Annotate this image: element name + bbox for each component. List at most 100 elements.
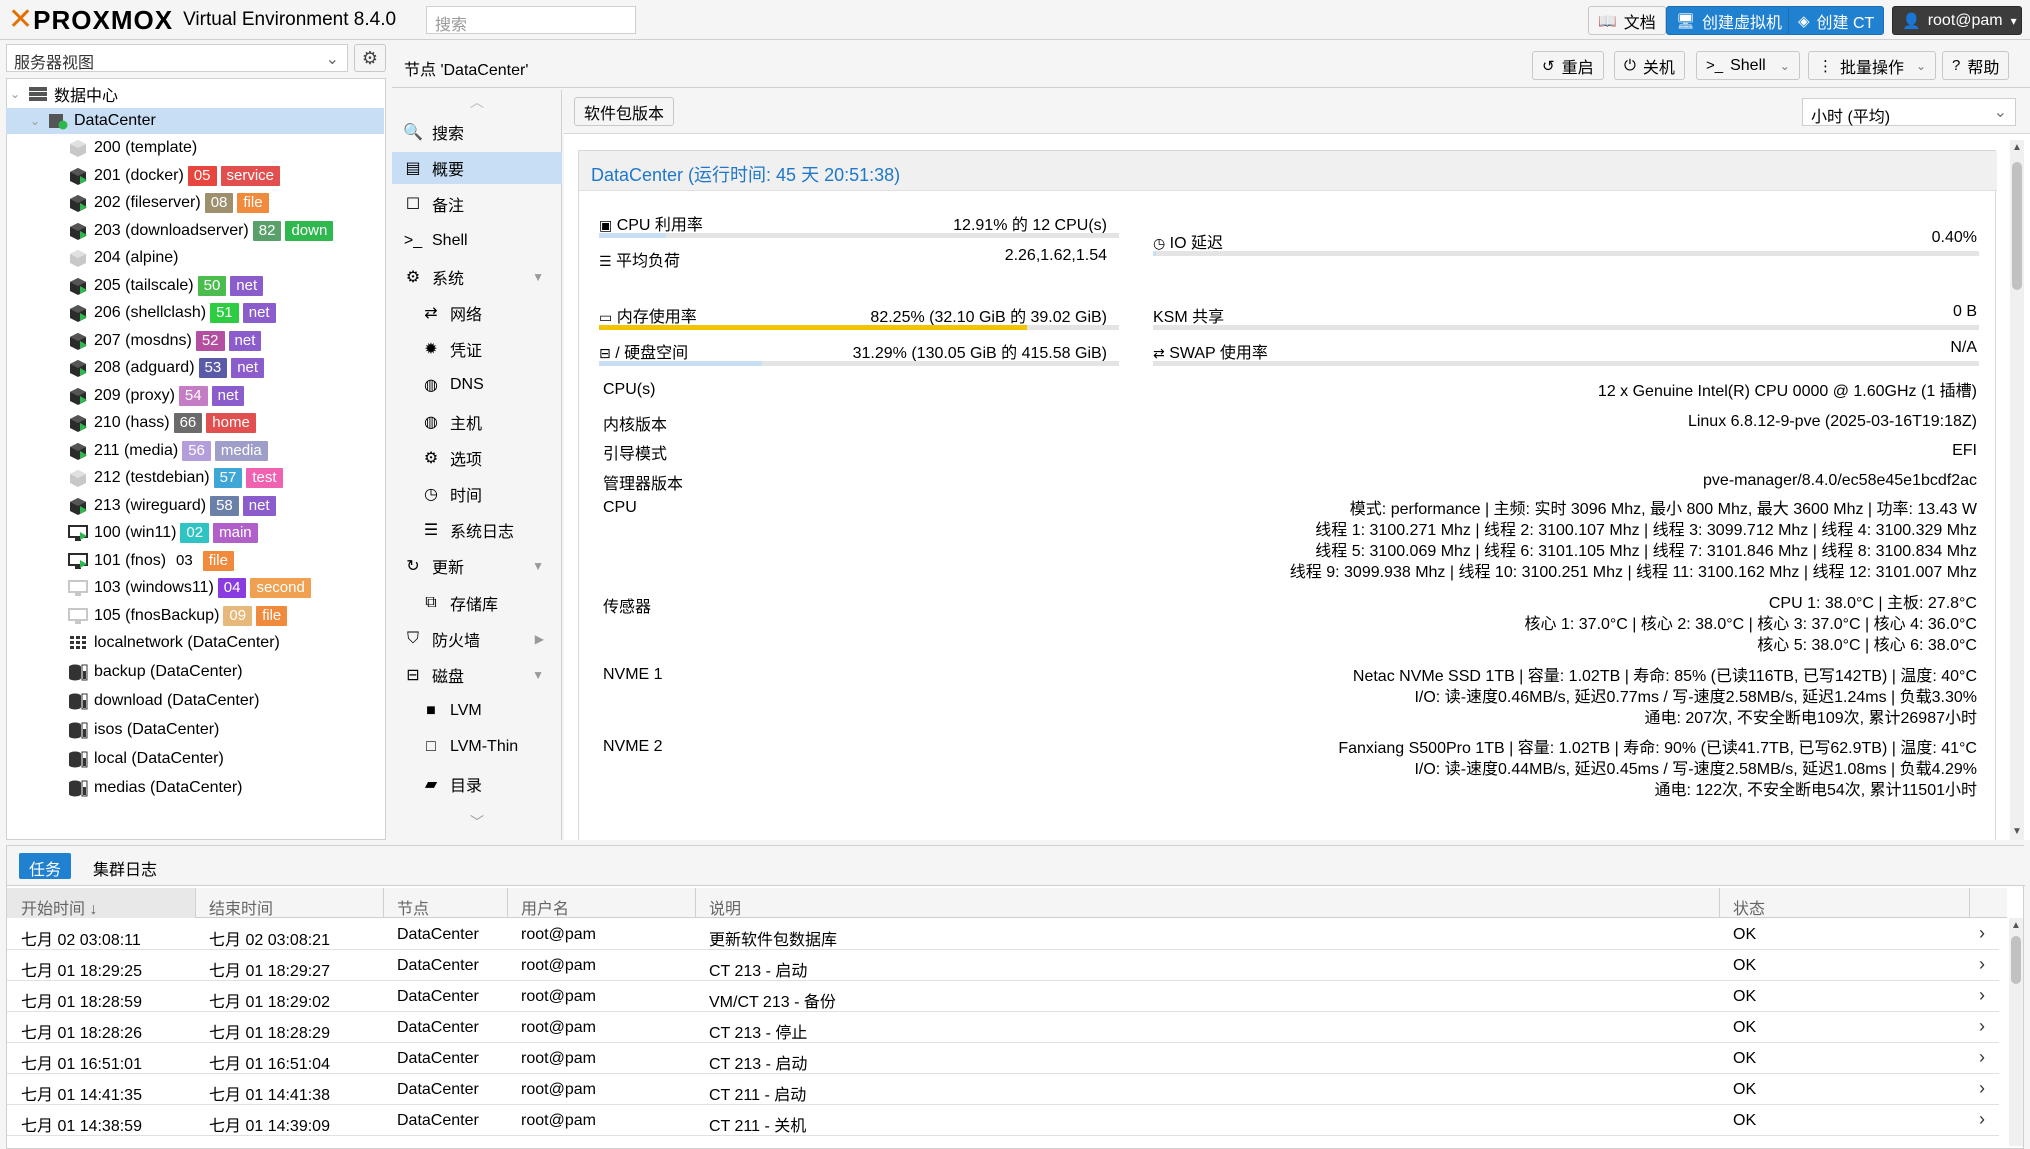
search-input[interactable]: 搜索 xyxy=(426,6,636,34)
tree-item[interactable]: 209 (proxy) 54 net xyxy=(6,383,384,409)
tree-item-label: 103 (windows11) xyxy=(94,579,214,596)
col-end-time[interactable]: 结束时间 xyxy=(209,895,273,919)
timeframe-select[interactable]: 小时 (平均) ⌄ xyxy=(1802,98,2016,126)
collapse-arrow-icon[interactable]: ▼ xyxy=(532,559,544,573)
menu-item-network[interactable]: ⇄ 网络 xyxy=(392,297,562,329)
bulk-actions-button[interactable]: ⋮ 批量操作 ⌄ xyxy=(1808,51,1937,80)
tree-item[interactable]: 105 (fnosBackup) 09 file xyxy=(6,603,384,629)
tree-item[interactable]: 205 (tailscale) 50 net xyxy=(6,273,384,299)
shell-button[interactable]: >_ Shell ⌄ xyxy=(1696,51,1800,80)
log-scrollbar[interactable]: ▲ xyxy=(2009,918,2023,1146)
task-row[interactable]: 七月 02 03:08:11 七月 02 03:08:21 DataCenter ro… xyxy=(7,919,1999,950)
col-start-time[interactable]: 开始时间 ↓ xyxy=(21,895,97,919)
tree-item[interactable]: 100 (win11) 02 main xyxy=(6,520,384,546)
collapse-arrow-icon[interactable]: ▼ xyxy=(532,668,544,682)
menu-item-shield[interactable]: ⛉ 防火墙 ▶ xyxy=(392,623,562,655)
menu-item-lvm[interactable]: ■ LVM xyxy=(392,695,562,727)
task-row[interactable]: 七月 01 18:28:26 七月 01 18:28:29 DataCenter ro… xyxy=(7,1012,1999,1043)
tree-item[interactable]: 103 (windows11) 04 second xyxy=(6,575,384,601)
menu-item-clock[interactable]: ◷ 时间 xyxy=(392,478,562,510)
menu-item-refresh[interactable]: ↻ 更新 ▼ xyxy=(392,550,562,582)
chevron-right-icon[interactable]: › xyxy=(1979,985,1985,1006)
col-user[interactable]: 用户名 xyxy=(521,895,569,919)
menu-item-list[interactable]: ☰ 系统日志 xyxy=(392,514,562,546)
menu-item-disk[interactable]: ⊟ 磁盘 ▼ xyxy=(392,659,562,691)
tree-item[interactable]: 201 (docker) 05 service xyxy=(6,163,384,189)
menu-item-terminal[interactable]: >_ Shell xyxy=(392,225,562,257)
tree-item[interactable]: 206 (shellclash) 51 net xyxy=(6,300,384,326)
chevron-right-icon[interactable]: › xyxy=(1979,923,1985,944)
tree-settings-button[interactable]: ⚙ xyxy=(354,44,386,72)
task-row[interactable]: 七月 01 16:51:01 七月 01 16:51:04 DataCenter ro… xyxy=(7,1043,1999,1074)
user-menu-button[interactable]: 👤 root@pam ▾ xyxy=(1892,6,2022,35)
tree-toggle-icon[interactable]: ⌄ xyxy=(30,114,48,128)
collapse-arrow-icon[interactable]: ▼ xyxy=(532,270,544,284)
tree-item[interactable]: local (DataCenter) xyxy=(6,746,384,772)
tree-toggle-icon[interactable]: ⌄ xyxy=(10,87,28,101)
chevron-right-icon[interactable]: › xyxy=(1979,1047,1985,1068)
tree-item[interactable]: 210 (hass) 66 home xyxy=(6,410,384,436)
menu-item-system[interactable]: ⚙ 系统 ▼ xyxy=(392,261,562,293)
tree-item-node[interactable]: ⌄ DataCenter xyxy=(6,108,384,134)
chevron-right-icon[interactable]: › xyxy=(1979,1109,1985,1130)
menu-item-summary[interactable]: ▤ 概要 xyxy=(392,152,562,185)
menu-item-notes[interactable]: ☐ 备注 xyxy=(392,188,562,220)
menu-item-search[interactable]: 🔍 搜索 xyxy=(392,116,562,148)
tree-item[interactable]: medias (DataCenter) xyxy=(6,775,384,801)
disk-usage-fill xyxy=(599,361,762,366)
task-cell: root@pam xyxy=(521,1019,596,1036)
tree-item[interactable]: 213 (wireguard) 58 net xyxy=(6,493,384,519)
menu-item-repository[interactable]: ⧉ 存储库 xyxy=(392,587,562,619)
tree-item[interactable]: localnetwork (DataCenter) xyxy=(6,630,384,656)
col-description[interactable]: 说明 xyxy=(709,895,741,919)
task-row[interactable]: 七月 01 14:41:35 七月 01 14:41:38 DataCenter ro… xyxy=(7,1074,1999,1105)
tree-item[interactable]: 202 (fileserver) 08 file xyxy=(6,190,384,216)
tree-item[interactable]: 203 (downloadserver) 82 down xyxy=(6,218,384,244)
tree-item[interactable]: 207 (mosdns) 52 net xyxy=(6,328,384,354)
menu-item-hosts[interactable]: ◍ 主机 xyxy=(392,406,562,438)
task-row[interactable]: 七月 01 18:28:59 七月 01 18:29:02 DataCenter ro… xyxy=(7,981,1999,1012)
create-vm-button[interactable]: 🖥 创建虚拟机 xyxy=(1666,6,1793,35)
col-status[interactable]: 状态 xyxy=(1733,895,1765,919)
tree-item-label: localnetwork (DataCenter) xyxy=(94,634,280,651)
tree-item[interactable]: 204 (alpine) xyxy=(6,245,384,271)
scroll-up-icon[interactable]: ▲ xyxy=(2011,920,2021,931)
tree-item[interactable]: 200 (template) xyxy=(6,135,384,161)
scroll-up-icon[interactable]: ▲ xyxy=(2012,142,2022,153)
tree-item[interactable]: backup (DataCenter) xyxy=(6,659,384,685)
menu-item-options[interactable]: ⚙ 选项 xyxy=(392,442,562,474)
package-versions-button[interactable]: 软件包版本 xyxy=(574,97,675,126)
menu-item-lvm-thin[interactable]: □ LVM-Thin xyxy=(392,731,562,763)
tree-item-datacenter[interactable]: ⌄ 数据中心 xyxy=(6,81,384,107)
chevron-right-icon[interactable]: › xyxy=(1979,1016,1985,1037)
summary-scroll-thumb[interactable] xyxy=(2012,162,2022,290)
chevron-right-icon[interactable]: › xyxy=(1979,1078,1985,1099)
tree-item[interactable]: 208 (adguard) 53 net xyxy=(6,355,384,381)
menu-item-certificate[interactable]: ✹ 凭证 xyxy=(392,333,562,365)
help-button[interactable]: ? 帮助 xyxy=(1942,51,2010,80)
docs-button[interactable]: 📖 文档 xyxy=(1588,6,1666,35)
tree-item[interactable]: isos (DataCenter) xyxy=(6,717,384,743)
summary-scrollbar[interactable]: ▲ ▼ xyxy=(2010,140,2024,840)
chevron-right-icon[interactable]: › xyxy=(1979,954,1985,975)
tree-item[interactable]: download (DataCenter) xyxy=(6,688,384,714)
task-row[interactable]: 七月 01 18:29:25 七月 01 18:29:27 DataCenter ro… xyxy=(7,950,1999,981)
server-view-select[interactable]: 服务器视图 ⌄ xyxy=(6,44,348,72)
tab-cluster-log[interactable]: 集群日志 xyxy=(83,853,167,879)
col-node[interactable]: 节点 xyxy=(397,895,429,919)
menu-item-globe[interactable]: ◍ DNS xyxy=(392,369,562,401)
menu-item-folder[interactable]: ▰ 目录 xyxy=(392,768,562,800)
scroll-down-icon[interactable]: ▼ xyxy=(2012,826,2022,837)
menu-scroll-up-icon[interactable]: ︿ xyxy=(470,92,484,112)
tree-item[interactable]: 211 (media) 56 media xyxy=(6,438,384,464)
menu-scroll-down-icon[interactable]: ﹀ xyxy=(470,812,484,832)
expand-arrow-icon[interactable]: ▶ xyxy=(535,632,544,646)
create-ct-button[interactable]: ◈ 创建 CT xyxy=(1788,6,1885,35)
tab-tasks[interactable]: 任务 xyxy=(19,853,72,879)
shutdown-button[interactable]: ⏻ 关机 xyxy=(1614,51,1685,80)
reboot-button[interactable]: ↺ 重启 xyxy=(1532,51,1604,80)
log-scroll-thumb[interactable] xyxy=(2011,936,2021,984)
tree-item[interactable]: 212 (testdebian) 57 test xyxy=(6,465,384,491)
task-row[interactable]: 七月 01 14:38:59 七月 01 14:39:09 DataCenter ro… xyxy=(7,1105,1999,1136)
tree-item[interactable]: 101 (fnos) 03 file xyxy=(6,548,384,574)
